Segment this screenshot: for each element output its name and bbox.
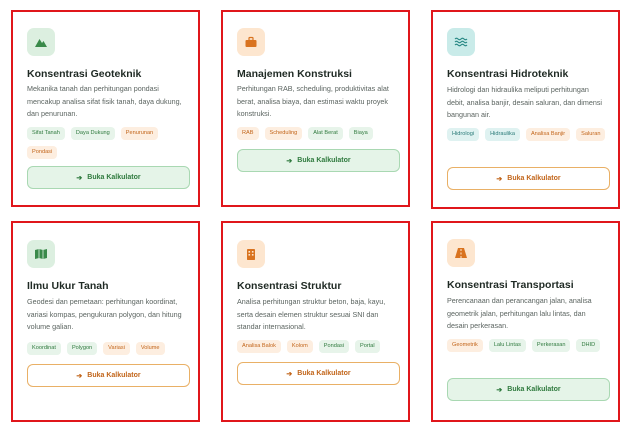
tag: Pondasi bbox=[318, 340, 349, 353]
tag: RAB bbox=[237, 127, 259, 140]
card-title: Konsentrasi Hidroteknik bbox=[447, 68, 569, 80]
card-description: Analisa perhitungan struktur beton, baja… bbox=[237, 297, 386, 331]
tag: Volume bbox=[135, 342, 165, 355]
tag: Sifat Tanah bbox=[27, 127, 65, 140]
road-icon bbox=[447, 239, 475, 267]
card-title: Konsentrasi Geoteknik bbox=[27, 68, 142, 80]
water-icon bbox=[447, 28, 475, 56]
button-label: Buka Kalkulator bbox=[297, 157, 351, 164]
arrow-right-icon: ➔ bbox=[286, 370, 293, 378]
card-title: Konsentrasi Struktur bbox=[237, 280, 342, 292]
card-description: Geodesi dan pemetaan: perhitungan koordi… bbox=[27, 297, 182, 331]
tag-list: RAB Scheduling Alat Berat Biaya bbox=[237, 127, 400, 140]
tag: Portal bbox=[354, 340, 380, 353]
tag: Analisa Balok bbox=[237, 340, 281, 353]
card-title: Manajemen Konstruksi bbox=[237, 68, 352, 80]
open-calculator-button[interactable]: ➔ Buka Kalkulator bbox=[27, 166, 190, 189]
tag: Geometrik bbox=[447, 339, 483, 352]
tag: Hidrologi bbox=[447, 128, 480, 141]
tag: Biaya bbox=[348, 127, 373, 140]
button-label: Buka Kalkulator bbox=[507, 386, 561, 393]
button-label: Buka Kalkulator bbox=[87, 372, 141, 379]
tag-list: Geometrik Lalu Lintas Perkerasan DHID bbox=[447, 339, 610, 352]
arrow-right-icon: ➔ bbox=[286, 157, 293, 165]
button-label: Buka Kalkulator bbox=[87, 174, 141, 181]
open-calculator-button[interactable]: ➔ Buka Kalkulator bbox=[447, 378, 610, 401]
tag: Variasi bbox=[103, 342, 130, 355]
mountain-icon bbox=[27, 28, 55, 56]
building-icon bbox=[237, 240, 265, 268]
arrow-right-icon: ➔ bbox=[76, 372, 83, 380]
tag: Saluran bbox=[576, 128, 606, 141]
open-calculator-button[interactable]: ➔ Buka Kalkulator bbox=[237, 362, 400, 385]
open-calculator-button[interactable]: ➔ Buka Kalkulator bbox=[447, 167, 610, 190]
tag: Polygon bbox=[66, 342, 98, 355]
tag: Daya Dukung bbox=[70, 127, 115, 140]
button-label: Buka Kalkulator bbox=[507, 175, 561, 182]
tag: Analisa Banjir bbox=[525, 128, 571, 141]
arrow-right-icon: ➔ bbox=[496, 175, 503, 183]
card-ilmu-ukur-tanah: Ilmu Ukur Tanah Geodesi dan pemetaan: pe… bbox=[11, 221, 200, 422]
card-geoteknik: Konsentrasi Geoteknik Mekanika tanah dan… bbox=[11, 10, 200, 207]
card-description: Mekanika tanah dan perhitungan pondasi m… bbox=[27, 84, 182, 118]
arrow-right-icon: ➔ bbox=[496, 386, 503, 394]
tag: Kolom bbox=[286, 340, 313, 353]
card-description: Perhitungan RAB, scheduling, produktivit… bbox=[237, 84, 389, 118]
tag: DHID bbox=[576, 339, 601, 352]
tag-list: Analisa Balok Kolom Pondasi Portal bbox=[237, 340, 400, 353]
tag: Hidraulika bbox=[485, 128, 520, 141]
tag: Scheduling bbox=[264, 127, 303, 140]
card-struktur: Konsentrasi Struktur Analisa perhitungan… bbox=[221, 221, 410, 422]
button-label: Buka Kalkulator bbox=[297, 370, 351, 377]
card-hidroteknik: Konsentrasi Hidroteknik Hidrologi dan hi… bbox=[431, 10, 620, 209]
toolbox-icon bbox=[237, 28, 265, 56]
card-manajemen-konstruksi: Manajemen Konstruksi Perhitungan RAB, sc… bbox=[221, 10, 410, 207]
card-transportasi: Konsentrasi Transportasi Perencanaan dan… bbox=[431, 221, 620, 422]
open-calculator-button[interactable]: ➔ Buka Kalkulator bbox=[27, 364, 190, 387]
card-description: Perencanaan dan perancangan jalan, anali… bbox=[447, 296, 592, 330]
arrow-right-icon: ➔ bbox=[76, 174, 83, 182]
open-calculator-button[interactable]: ➔ Buka Kalkulator bbox=[237, 149, 400, 172]
card-title: Ilmu Ukur Tanah bbox=[27, 280, 109, 292]
card-description: Hidrologi dan hidraulika meliputi perhit… bbox=[447, 85, 603, 119]
tag-list: Koordinat Polygon Variasi Volume bbox=[27, 342, 190, 355]
tag: Penurunan bbox=[120, 127, 159, 140]
card-title: Konsentrasi Transportasi bbox=[447, 279, 574, 291]
tag: Alat Berat bbox=[308, 127, 343, 140]
tag-list: Sifat Tanah Daya Dukung Penurunan Pondas… bbox=[27, 127, 190, 159]
tag: Perkerasan bbox=[531, 339, 571, 352]
tag: Lalu Lintas bbox=[488, 339, 526, 352]
tag: Pondasi bbox=[27, 146, 58, 159]
tag-list: Hidrologi Hidraulika Analisa Banjir Salu… bbox=[447, 128, 610, 141]
tag: Koordinat bbox=[27, 342, 61, 355]
map-icon bbox=[27, 240, 55, 268]
